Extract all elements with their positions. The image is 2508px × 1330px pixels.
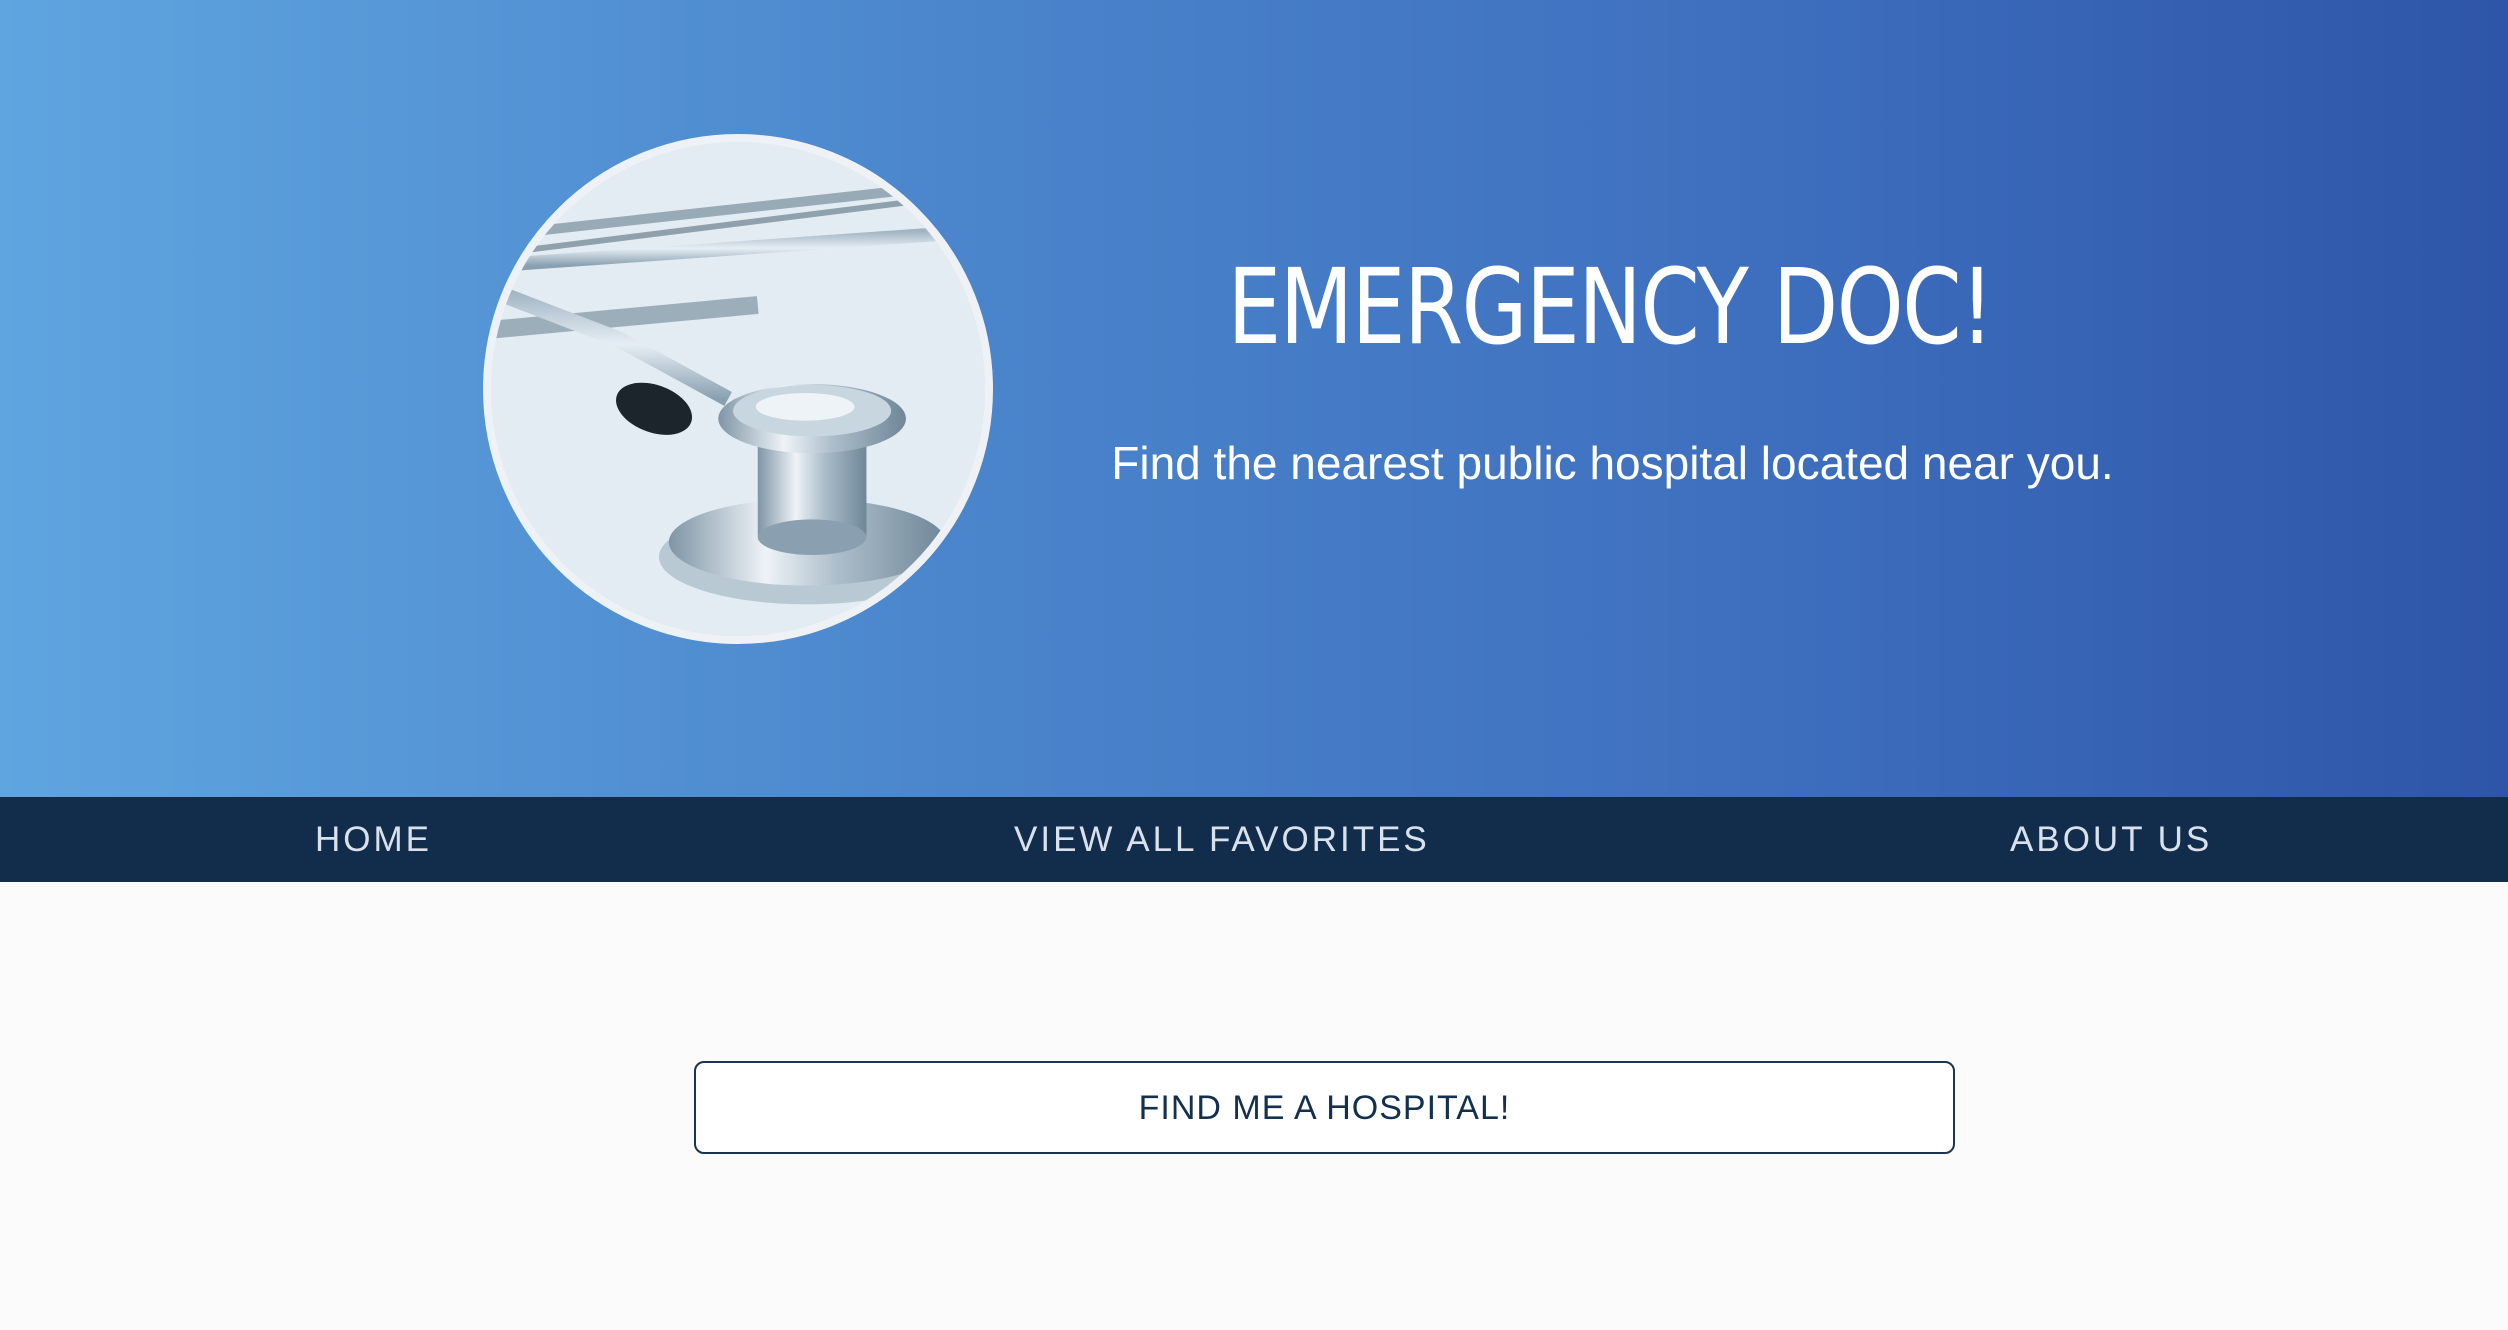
main-nav: HOME VIEW ALL FAVORITES ABOUT US [0, 797, 2508, 882]
site-tagline: Find the nearest public hospital located… [1111, 437, 2114, 489]
nav-home[interactable]: HOME [315, 797, 432, 882]
stethoscope-icon [491, 142, 985, 636]
site-title: EMERGENCY DOC! [1227, 246, 1994, 368]
hero-banner: EMERGENCY DOC! Find the nearest public h… [0, 0, 2508, 797]
nav-view-all-favorites[interactable]: VIEW ALL FAVORITES [1014, 797, 1430, 882]
nav-about-us[interactable]: ABOUT US [2010, 797, 2212, 882]
stethoscope-photo [483, 134, 993, 644]
find-hospital-button[interactable]: FIND ME A HOSPITAL! [694, 1061, 1955, 1154]
